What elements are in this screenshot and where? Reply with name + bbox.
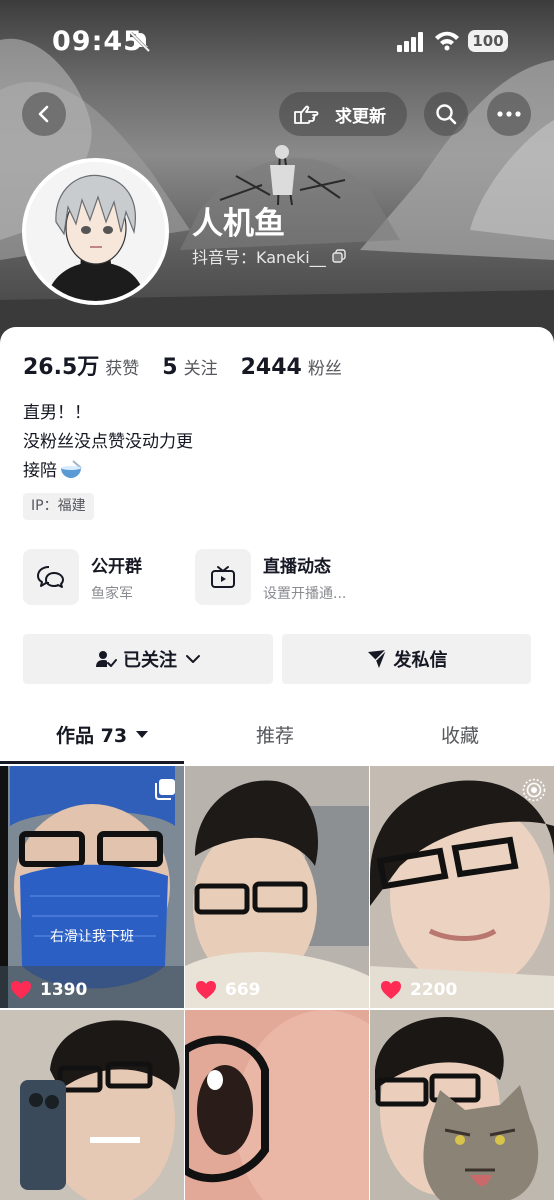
stat-following[interactable]: 5 关注 [162,354,217,380]
profile-stats: 26.5万 获赞 5 关注 2444 粉丝 [23,349,365,381]
back-button[interactable] [22,92,66,136]
live-updates-subtitle: 设置开播通... [263,585,347,602]
tab-works[interactable]: 作品 73 [56,721,149,748]
video-cover-image [0,766,184,1008]
profile-bio: 直男！！ 没粉丝没点赞没动力更 接陪 [23,399,193,486]
bio-line: 没粉丝没点赞没动力更 [23,432,193,452]
video-thumbnail[interactable] [185,1010,369,1200]
live-photo-icon [522,778,546,802]
battery-indicator: 100 [468,30,508,52]
tab-favorites[interactable]: 收藏 [441,721,479,748]
status-bar: 09:45 100 [0,0,554,80]
following-label: 已关注 [123,650,177,671]
video-caption: 右滑让我下班 [50,929,134,945]
video-cover-image [185,766,369,1008]
avatar-illustration [26,162,165,301]
stat-label: 获赞 [105,359,140,379]
public-group-entry[interactable]: 公开群 鱼家军 [23,549,142,605]
send-message-button[interactable]: 发私信 [282,634,531,684]
bio-line: 直男！！ [23,403,91,423]
multi-image-icon [155,779,175,800]
video-thumbnail[interactable]: 669 [185,766,369,1008]
heart-icon [11,981,31,999]
caret-down-icon [136,731,149,738]
stat-label: 粉丝 [307,359,342,379]
ip-location-tag: IP：福建 [23,493,94,520]
copy-icon[interactable] [332,249,346,263]
chevron-down-icon [186,655,200,663]
stat-number: 5 [162,355,178,380]
avatar[interactable] [22,158,169,305]
video-cover-image [0,1010,184,1200]
tv-live-icon [211,566,235,588]
heart-icon [381,981,401,999]
video-like-count: 669 [225,980,261,1000]
public-group-subtitle: 鱼家军 [91,585,133,602]
video-likes: 1390 [10,980,87,1000]
stat-number: 26.5万 [23,355,100,380]
video-grid: 右滑让我下班 1390 669 2200 [0,766,554,1200]
video-cover-image [370,766,554,1008]
content-tabs: 作品 73 推荐 收藏 [0,707,554,765]
stat-label: 关注 [183,359,218,379]
video-thumbnail[interactable] [0,1010,184,1200]
video-thumbnail[interactable]: 右滑让我下班 1390 [0,766,184,1008]
live-updates-title: 直播动态 [263,556,331,577]
profile-header: 09:45 100 求更新 人机鱼 抖音号：Kaneki__ [0,0,554,345]
chat-bubbles-icon [37,566,64,588]
bell-mute-icon [129,31,151,53]
user-check-icon [96,651,117,667]
video-like-count: 1390 [40,980,88,1000]
bowl-emoji-icon [61,460,82,478]
search-icon [436,104,457,125]
heart-icon [196,981,216,999]
feature-icon-box [195,549,251,605]
video-cover-image [185,1010,369,1200]
stat-followers[interactable]: 2444 粉丝 [241,354,342,380]
video-likes: 669 [195,980,261,1000]
profile-username: 人机鱼 [192,206,285,242]
video-thumbnail[interactable]: 2200 [370,766,554,1008]
video-thumbnail[interactable] [370,1010,554,1200]
stat-number: 2444 [240,355,302,380]
live-updates-entry[interactable]: 直播动态 设置开播通... [195,549,346,605]
video-likes: 2200 [380,980,457,1000]
douyin-id-row[interactable]: 抖音号：Kaneki__ [192,244,346,268]
more-options-button[interactable] [487,92,531,136]
douyin-id-text: 抖音号：Kaneki__ [192,248,326,267]
video-like-count: 2200 [410,980,458,1000]
feature-text: 直播动态 设置开播通... [263,552,346,603]
cellular-signal-icon [397,32,423,52]
send-paper-plane-icon [367,649,387,668]
bio-line-with-emoji: 接陪 [23,457,193,486]
send-message-label: 发私信 [393,650,448,671]
bio-line: 接陪 [23,461,57,481]
feature-text: 公开群 鱼家军 [91,552,142,603]
video-cover-image [370,1010,554,1200]
wifi-icon [435,31,459,51]
request-update-button[interactable]: 求更新 [279,92,407,136]
feature-icon-box [23,549,79,605]
stat-likes[interactable]: 26.5万 获赞 [23,349,139,381]
search-button[interactable] [424,92,468,136]
active-tab-indicator [0,761,184,764]
chevron-left-icon [38,105,49,123]
request-update-label: 求更新 [335,106,386,127]
public-group-title: 公开群 [91,556,142,577]
tab-recommend[interactable]: 推荐 [256,721,294,748]
pointing-hand-icon [294,105,319,124]
following-button[interactable]: 已关注 [23,634,273,684]
more-dots-icon [497,111,521,117]
tab-works-label: 作品 73 [56,725,128,747]
